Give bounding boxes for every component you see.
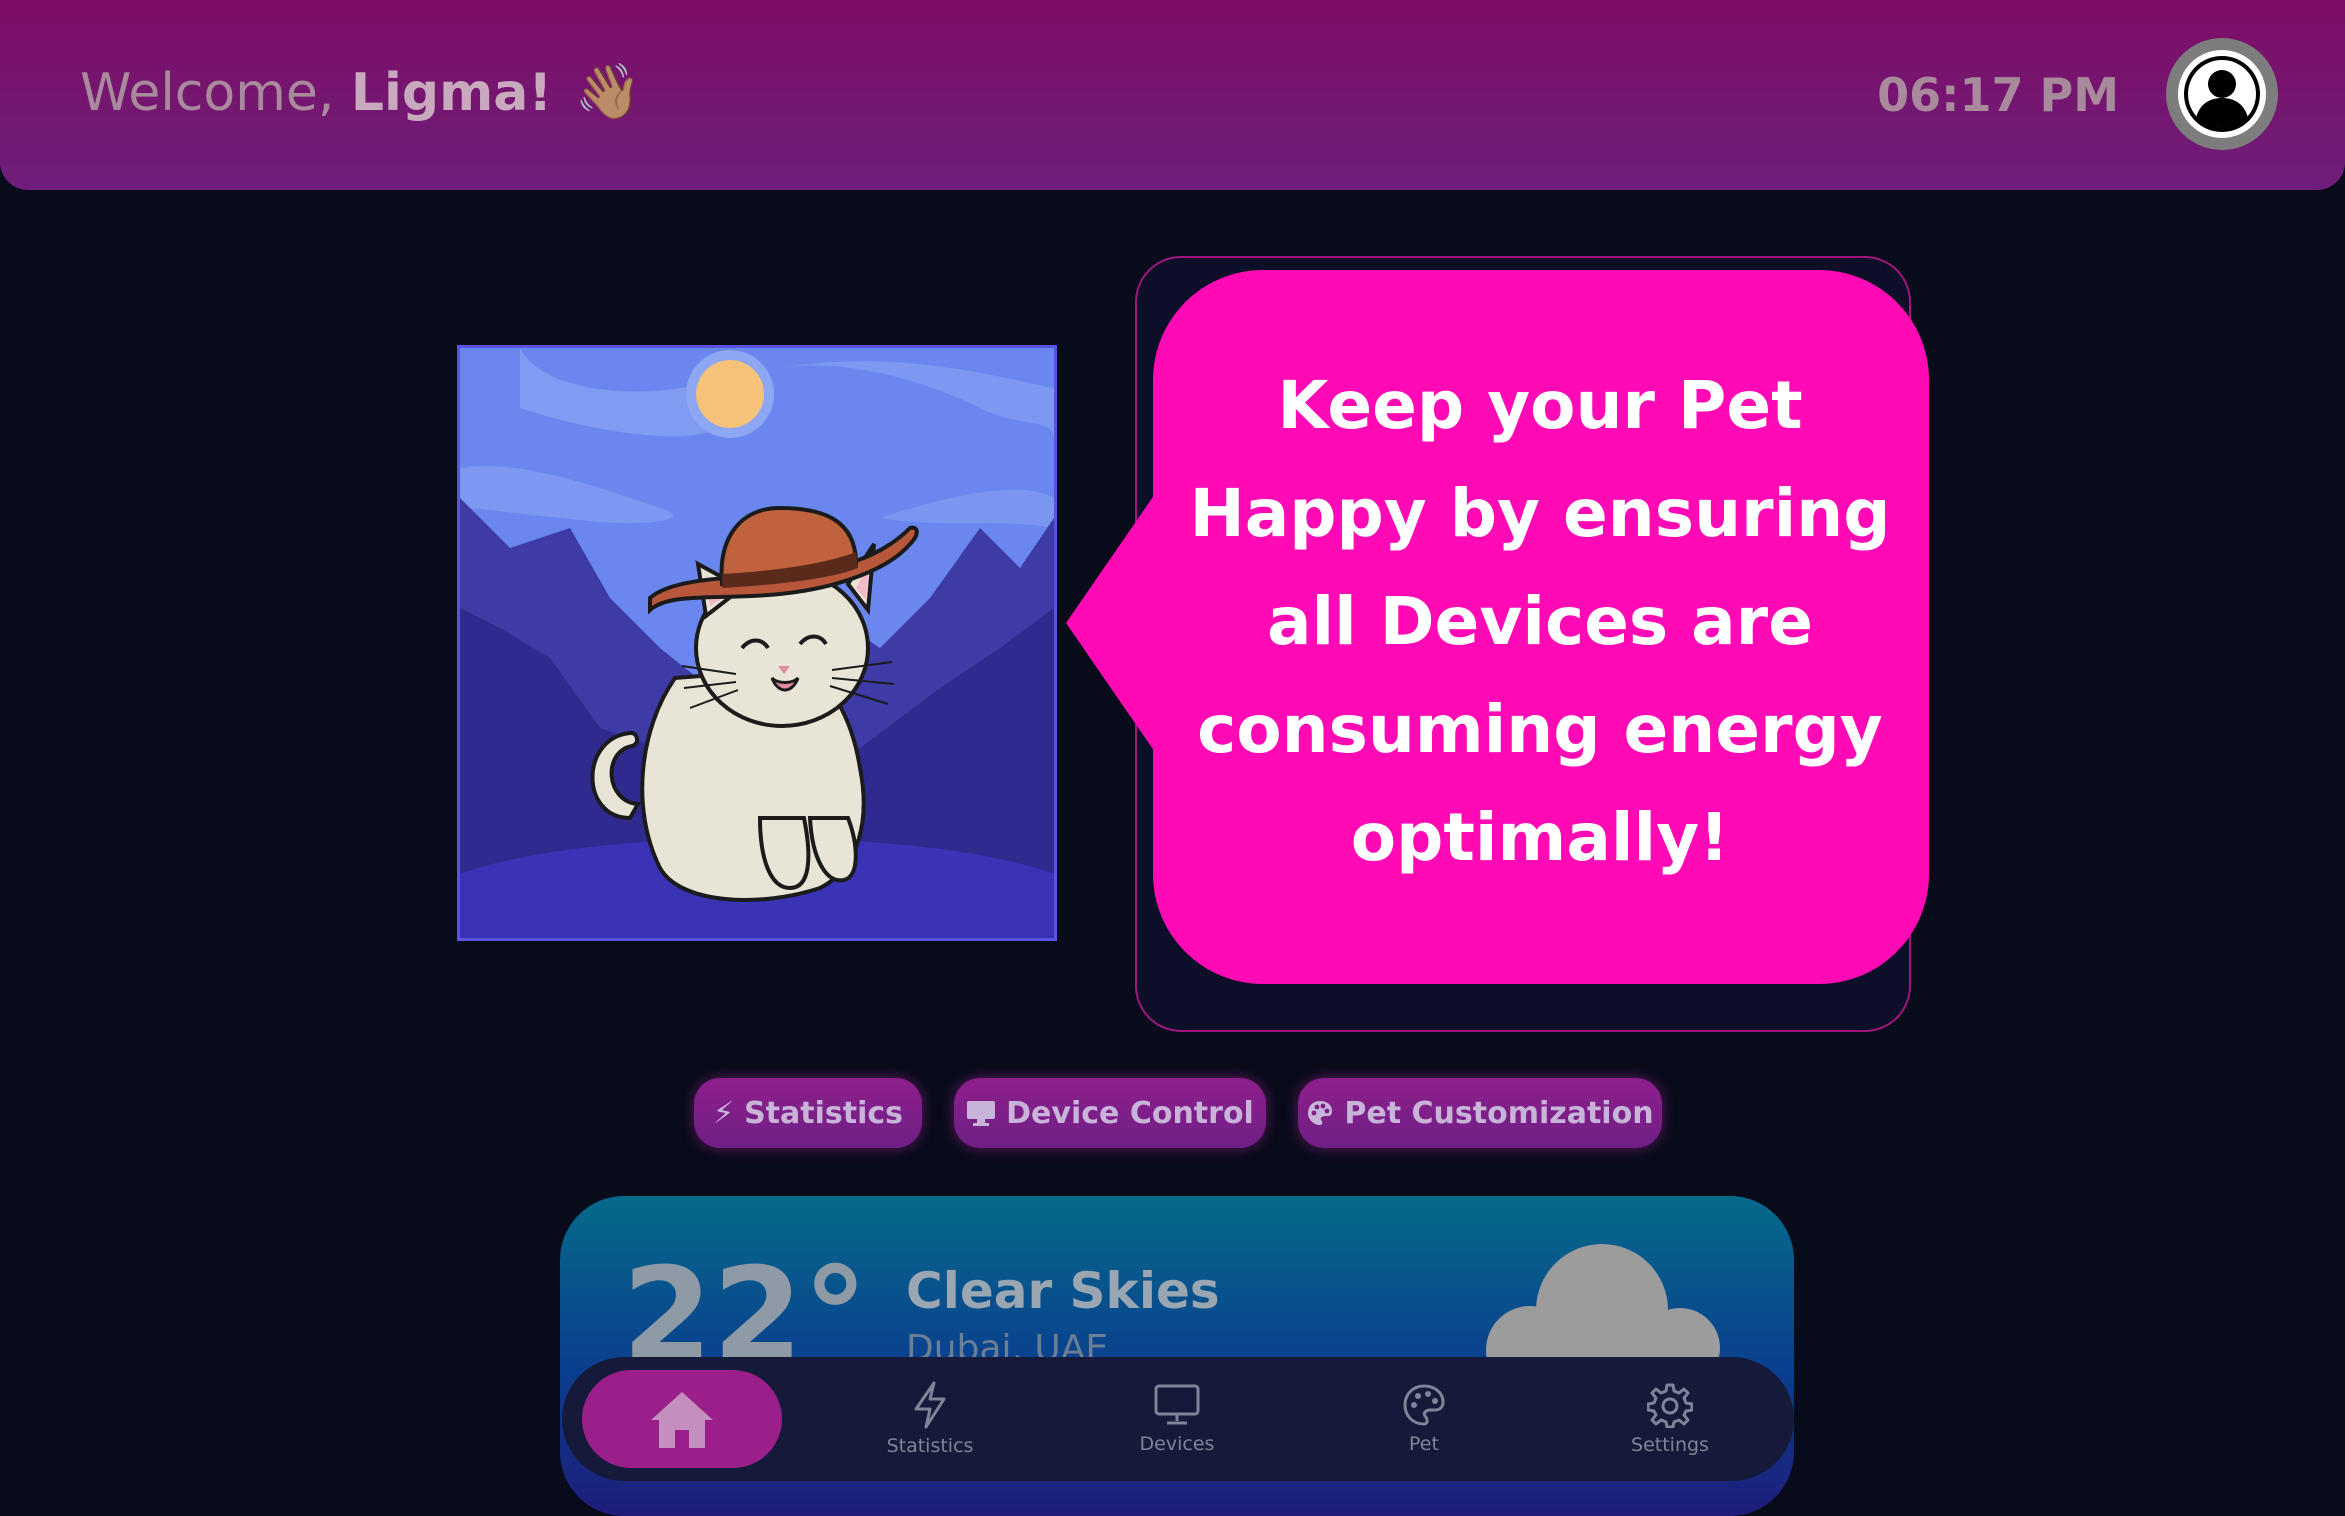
statistics-button[interactable]: ⚡ Statistics xyxy=(694,1078,922,1148)
palette-icon xyxy=(1308,1101,1333,1125)
nav-settings[interactable]: Settings xyxy=(1570,1357,1770,1481)
statistics-button-label: Statistics xyxy=(744,1095,903,1131)
pet-image xyxy=(460,348,1054,938)
bolt-icon xyxy=(914,1381,946,1429)
speech-bubble-tail xyxy=(1066,478,1166,768)
nav-statistics[interactable]: Statistics xyxy=(830,1357,1030,1481)
wave-hand-icon: 👋🏽 xyxy=(574,60,642,123)
nav-statistics-label: Statistics xyxy=(886,1435,974,1457)
bottom-navigation: Statistics Devices Pet Settings xyxy=(562,1357,1794,1481)
pet-message: Keep your Pet Happy by ensuring all Devi… xyxy=(1189,367,1891,876)
cowboy-cat-pet-image xyxy=(460,348,1054,938)
pet-customization-button-label: Pet Customization xyxy=(1344,1095,1654,1131)
device-control-button[interactable]: Device Control xyxy=(954,1078,1266,1148)
welcome-greeting: Welcome, Ligma! 👋🏽 xyxy=(80,60,642,124)
user-avatar-button[interactable] xyxy=(2166,38,2278,150)
nav-pet-label: Pet xyxy=(1409,1433,1439,1455)
monitor-icon xyxy=(967,1101,996,1126)
nav-pet[interactable]: Pet xyxy=(1324,1357,1524,1481)
nav-settings-label: Settings xyxy=(1631,1434,1709,1456)
nav-devices-label: Devices xyxy=(1139,1433,1215,1455)
nav-devices[interactable]: Devices xyxy=(1077,1357,1277,1481)
user-circle-icon xyxy=(2178,50,2266,138)
nav-home[interactable] xyxy=(582,1370,782,1468)
monitor-icon xyxy=(1154,1384,1200,1425)
bolt-icon: ⚡ xyxy=(712,1095,735,1131)
weather-condition: Clear Skies xyxy=(906,1262,1220,1320)
top-header: Welcome, Ligma! 👋🏽 06:17 PM xyxy=(0,0,2345,190)
pet-customization-button[interactable]: Pet Customization xyxy=(1298,1078,1662,1148)
user-name: Ligma! xyxy=(350,63,553,123)
welcome-prefix: Welcome, xyxy=(80,63,351,123)
gear-icon xyxy=(1647,1383,1693,1428)
clock-time: 06:17 PM xyxy=(1877,68,2119,122)
palette-icon xyxy=(1403,1384,1445,1426)
home-icon xyxy=(651,1392,713,1448)
device-control-button-label: Device Control xyxy=(1006,1095,1254,1131)
